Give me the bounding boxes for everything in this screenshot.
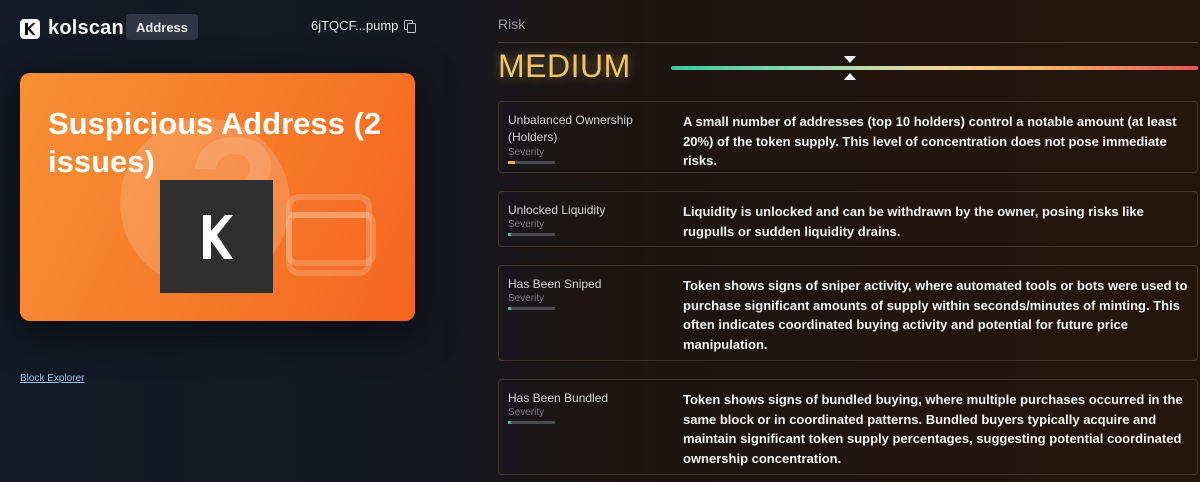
risk-divider [498,42,1198,43]
card-title: Suspicious Address (2 issues) [48,106,382,179]
marker-down-triangle-icon [844,56,857,63]
risk-meter-marker [844,56,857,82]
severity-label: Severity [508,219,545,230]
issue-unlocked-liquidity: Unlocked Liquidity Severity Liquidity is… [498,191,1198,247]
issue-has-been-sniped: Has Been Sniped Severity Token shows sig… [498,265,1198,361]
copy-icon[interactable] [404,19,417,33]
suspicious-address-card: ? Suspicious Address (2 issues) [20,73,415,321]
severity-label: Severity [508,407,545,418]
wallet-icon [286,194,376,276]
severity-bar [508,421,555,424]
short-address-text: 6jTQCF...pump [311,18,399,33]
severity-bar [508,161,555,164]
issue-name: Has Been Bundled [508,391,609,405]
issue-unbalanced-ownership: Unbalanced Ownership (Holders) Severity … [498,101,1198,173]
issue-description: Liquidity is unlocked and can be withdra… [683,204,1144,239]
brand[interactable]: kolscan [20,17,124,40]
issue-name: Unbalanced Ownership (Holders) [508,113,633,144]
severity-bar-fill [508,161,516,164]
issue-description: Token shows signs of bundled buying, whe… [683,392,1183,466]
issue-name: Has Been Sniped [508,277,602,291]
short-address[interactable]: 6jTQCF...pump [311,18,417,33]
token-logo-icon [160,180,273,293]
issue-description: Token shows signs of sniper activity, wh… [683,278,1188,352]
brand-name: kolscan [48,17,124,39]
marker-up-triangle-icon [844,73,857,80]
severity-bar [508,307,555,310]
left-panel: kolscan Address 6jTQCF...pump ? Suspicio… [0,0,440,482]
severity-bar-fill [508,233,511,236]
kolscan-logo-icon [20,18,40,39]
risk-label: Risk [498,16,526,32]
severity-label: Severity [508,293,545,304]
issue-description: A small number of addresses (top 10 hold… [683,114,1177,168]
severity-label: Severity [508,147,545,158]
risk-level: MEDIUM [498,48,631,84]
severity-bar-fill [508,421,511,424]
risk-meter-bar [671,66,1198,70]
severity-bar-fill [508,307,511,310]
issue-has-been-bundled: Has Been Bundled Severity Token shows si… [498,379,1198,475]
address-badge: Address [126,14,199,40]
severity-bar [508,233,555,236]
block-explorer-link[interactable]: Block Explorer [20,373,84,384]
issue-name: Unlocked Liquidity [508,203,606,217]
